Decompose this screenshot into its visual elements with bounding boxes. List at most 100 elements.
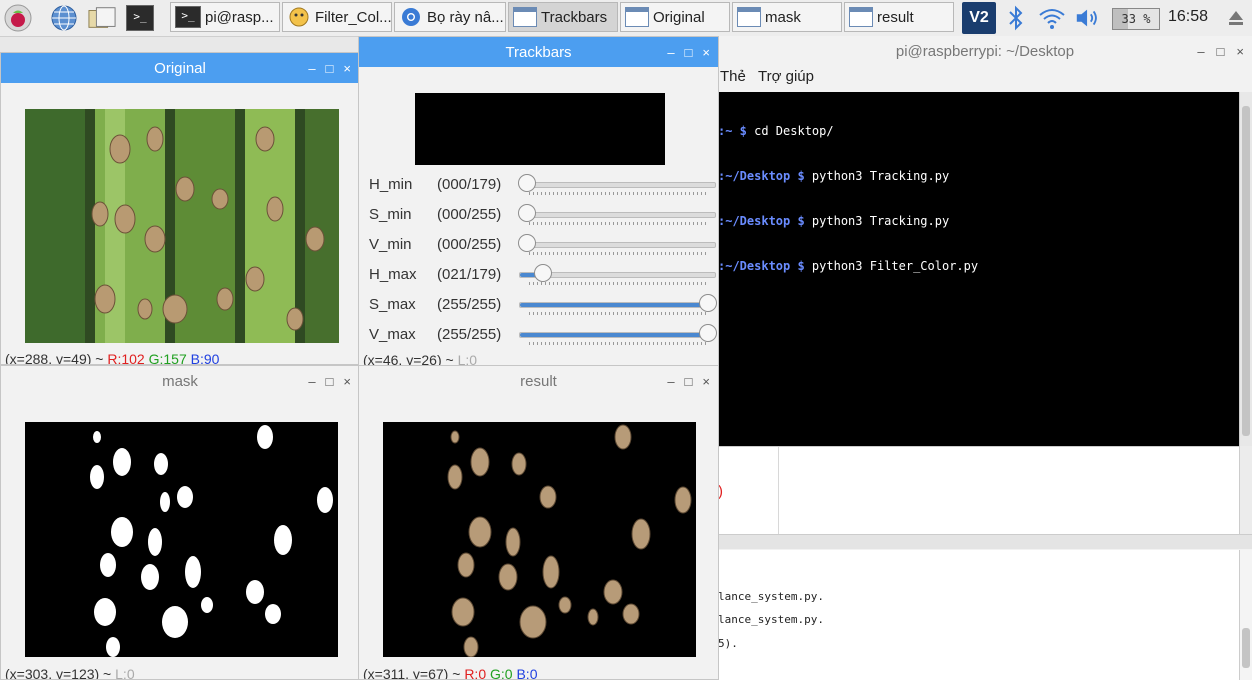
vnc-server-icon[interactable]: V2 bbox=[962, 2, 996, 34]
terminal-title: pi@raspberrypi: ~/Desktop bbox=[895, 42, 1075, 60]
window-buttons: – □ × bbox=[308, 53, 351, 83]
trackbar-label: V_min bbox=[369, 236, 412, 253]
mask-window: mask – □ × (x=303, y=123) ~ L:0 bbox=[0, 365, 360, 680]
close-button[interactable]: × bbox=[343, 61, 351, 76]
slider-handle[interactable] bbox=[518, 174, 536, 192]
clock[interactable]: 16:58 bbox=[1168, 8, 1208, 26]
terminal-scrollbar[interactable] bbox=[1239, 92, 1252, 446]
volume-icon[interactable] bbox=[1074, 4, 1102, 32]
cursor-coords: (x=311, y=67) ~ bbox=[363, 666, 461, 680]
original-titlebar[interactable]: Original – □ × bbox=[1, 53, 359, 83]
maximize-button[interactable]: □ bbox=[685, 374, 693, 389]
scrollbar-thumb[interactable] bbox=[1242, 628, 1250, 668]
close-button[interactable]: × bbox=[1236, 44, 1244, 59]
task-label: mask bbox=[765, 8, 801, 26]
eject-icon[interactable] bbox=[1222, 4, 1250, 32]
result-status: (x=311, y=67) ~ R:0 G:0 B:0 bbox=[363, 666, 538, 680]
task-trackbars[interactable]: Trackbars bbox=[508, 2, 618, 32]
editor-scrollbar[interactable] bbox=[1239, 446, 1252, 534]
trackbar-h-max: H_max (021/179) bbox=[369, 260, 716, 290]
slider-ticks bbox=[529, 342, 709, 345]
close-button[interactable]: × bbox=[702, 45, 710, 60]
slider-handle[interactable] bbox=[518, 234, 536, 252]
menu-tabs[interactable]: Thẻ bbox=[720, 68, 746, 85]
maximize-button[interactable]: □ bbox=[326, 61, 334, 76]
shell-output-pane[interactable]: lance_system.py. lance_system.py. 5). bbox=[718, 550, 1240, 680]
minimize-button[interactable]: – bbox=[667, 374, 674, 389]
trackbar-value: (000/179) bbox=[437, 176, 502, 193]
trackbar-h-min: H_min (000/179) bbox=[369, 170, 716, 200]
trackbars-titlebar[interactable]: Trackbars – □ × bbox=[359, 37, 718, 67]
shell-scrollbar[interactable] bbox=[1239, 550, 1252, 680]
result-image[interactable] bbox=[383, 422, 696, 657]
slider-handle[interactable] bbox=[518, 204, 536, 222]
file-manager-icon[interactable] bbox=[88, 4, 116, 32]
slider-handle[interactable] bbox=[699, 294, 717, 312]
window-icon bbox=[849, 7, 873, 27]
editor-pane[interactable]: ) bbox=[718, 446, 1240, 535]
horizontal-scrollbar[interactable] bbox=[718, 534, 1252, 549]
terminal-window-buttons: – □ × bbox=[1197, 36, 1244, 66]
battery-indicator[interactable]: 33 % bbox=[1112, 8, 1160, 30]
trackbar-label: H_min bbox=[369, 176, 413, 193]
window-title: Trackbars bbox=[505, 43, 572, 61]
trackbar-s-min: S_min (000/255) bbox=[369, 200, 716, 230]
original-image[interactable] bbox=[25, 109, 339, 343]
slider-track[interactable] bbox=[518, 234, 716, 252]
result-titlebar[interactable]: result – □ × bbox=[359, 366, 718, 396]
task-result[interactable]: result bbox=[844, 2, 954, 32]
slider-track[interactable] bbox=[519, 264, 716, 282]
blue-value: B:0 bbox=[516, 666, 538, 680]
slider-ticks bbox=[529, 192, 709, 195]
command: python3 Tracking.py bbox=[811, 214, 950, 228]
mask-titlebar[interactable]: mask – □ × bbox=[1, 366, 359, 396]
mask-status: (x=303, y=123) ~ L:0 bbox=[5, 666, 135, 679]
slider-handle[interactable] bbox=[533, 264, 552, 282]
minimize-button[interactable]: – bbox=[1197, 44, 1204, 59]
window-buttons: – □ × bbox=[308, 366, 351, 396]
mask-image[interactable] bbox=[25, 422, 338, 657]
task-mask[interactable]: mask bbox=[732, 2, 842, 32]
raspberry-menu-icon[interactable] bbox=[4, 4, 32, 32]
window-title: result bbox=[520, 372, 557, 390]
task-filter-color[interactable]: Filter_Col... bbox=[282, 2, 392, 32]
trackbar-s-max: S_max (255/255) bbox=[369, 290, 717, 320]
web-browser-icon[interactable] bbox=[50, 4, 78, 32]
task-original[interactable]: Original bbox=[620, 2, 730, 32]
window-buttons: – □ × bbox=[667, 366, 710, 396]
slider-track[interactable] bbox=[518, 204, 716, 222]
taskbar: >_ >_ pi@rasp... Filter_Col... Bọ rày nâ… bbox=[0, 0, 1252, 37]
menu-help[interactable]: Trợ giúp bbox=[758, 68, 814, 85]
slider-track[interactable] bbox=[519, 294, 717, 312]
scrollbar-thumb[interactable] bbox=[1242, 106, 1250, 436]
minimize-button[interactable]: – bbox=[308, 61, 315, 76]
minimize-button[interactable]: – bbox=[667, 45, 674, 60]
trackbar-label: S_max bbox=[369, 296, 416, 313]
slider-track[interactable] bbox=[519, 324, 717, 342]
wifi-icon[interactable] bbox=[1038, 4, 1066, 32]
chromium-icon bbox=[402, 8, 420, 26]
maximize-button[interactable]: □ bbox=[685, 45, 693, 60]
maximize-button[interactable]: □ bbox=[326, 374, 334, 389]
window-icon bbox=[513, 7, 537, 27]
command: python3 Filter_Color.py bbox=[811, 259, 979, 273]
window-title: mask bbox=[162, 372, 198, 390]
terminal-launcher-icon[interactable]: >_ bbox=[126, 4, 154, 32]
terminal-output[interactable]: :~ $ cd Desktop/ :~/Desktop $ python3 Tr… bbox=[718, 92, 1240, 446]
slider-handle[interactable] bbox=[699, 324, 717, 342]
terminal-line: :~/Desktop $ python3 Filter_Color.py bbox=[718, 259, 1240, 274]
close-button[interactable]: × bbox=[343, 374, 351, 389]
task-browser[interactable]: Bọ rày nâ... bbox=[394, 2, 506, 32]
slider-ticks bbox=[529, 282, 709, 285]
bluetooth-icon[interactable] bbox=[1002, 4, 1030, 32]
task-terminal[interactable]: >_ pi@rasp... bbox=[170, 2, 280, 32]
window-icon bbox=[625, 7, 649, 27]
battery-percent: 33 % bbox=[1121, 12, 1151, 26]
trackbar-value: (000/255) bbox=[437, 206, 502, 223]
minimize-button[interactable]: – bbox=[308, 374, 315, 389]
result-window: result – □ × (x=311, y=67) ~ R:0 G:0 B:0 bbox=[358, 365, 719, 680]
maximize-button[interactable]: □ bbox=[1217, 44, 1225, 59]
close-button[interactable]: × bbox=[702, 374, 710, 389]
trackbar-value: (021/179) bbox=[437, 266, 502, 283]
slider-track[interactable] bbox=[518, 174, 716, 192]
